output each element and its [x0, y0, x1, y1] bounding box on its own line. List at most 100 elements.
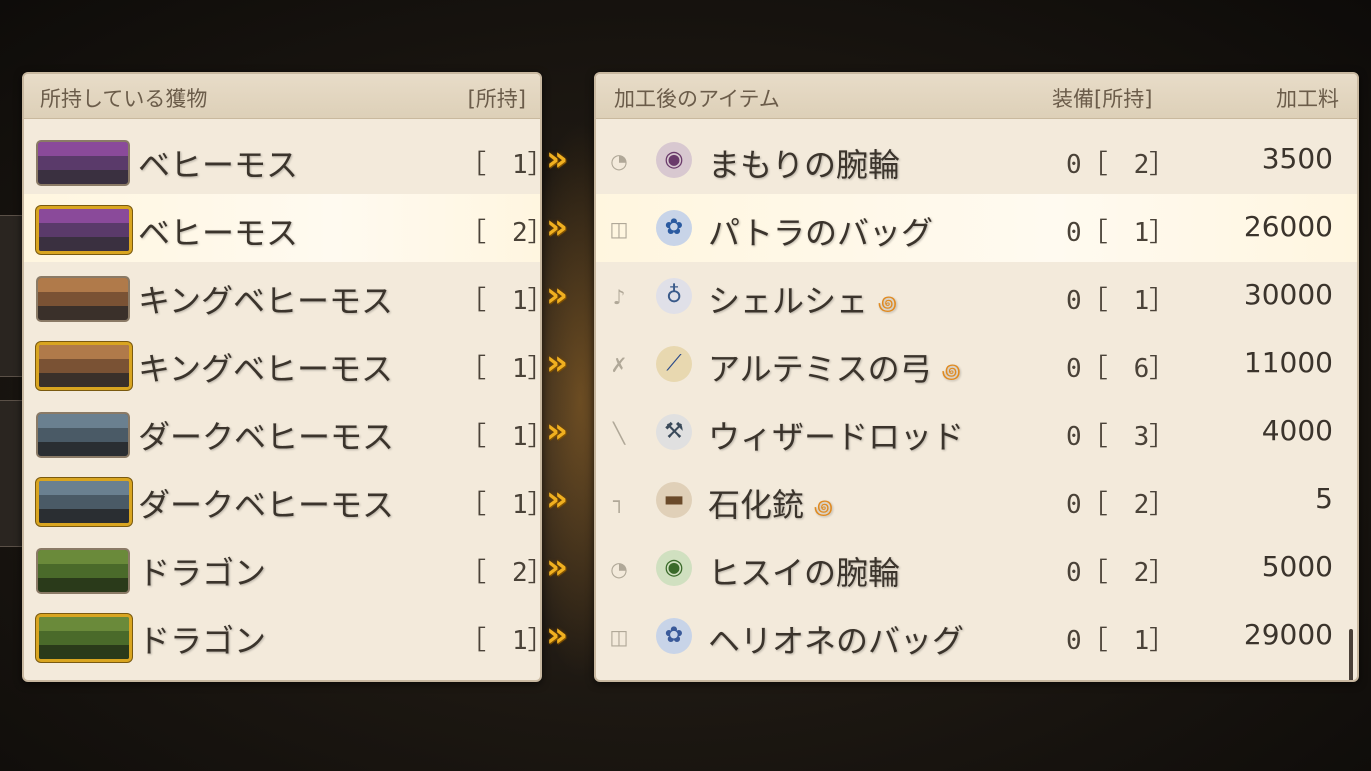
thumbnail-stripe: [39, 631, 129, 645]
edge-tab-upper: [0, 215, 23, 377]
prey-row[interactable]: ベヒーモス ［ 2］: [24, 194, 540, 262]
equip-owned-count: 0［ 1］: [1066, 218, 1176, 248]
prey-name: キングベヒーモス: [138, 282, 394, 320]
thumbnail-stripe: [39, 359, 129, 373]
material-icon: ꩜: [814, 494, 834, 519]
gun-icon: ▬: [656, 482, 692, 518]
bow-category-icon: ✗: [610, 353, 628, 377]
double-chevron-right-icon: »: [546, 275, 568, 315]
bracelet-category-icon: ◔: [610, 149, 628, 173]
bracelet-icon: ◉: [656, 550, 692, 586]
equip-owned-count: 0［ 2］: [1066, 150, 1176, 180]
equip-owned-count: 0［ 1］: [1066, 626, 1176, 656]
bag-icon: ✿: [656, 210, 692, 246]
processed-item-row[interactable]: ╲ ⚒ ウィザードロッド 0［ 3］ 4000: [596, 398, 1357, 466]
double-chevron-right-icon: »: [546, 207, 568, 247]
thumbnail-stripe: [39, 223, 129, 237]
processing-fee: 5: [1315, 482, 1333, 515]
thumbnail-stripe: [39, 509, 129, 523]
thumbnail-stripe: [39, 481, 129, 495]
edge-tab-lower: [0, 400, 23, 547]
monster-thumbnail: [36, 206, 132, 254]
monster-thumbnail: [36, 478, 132, 526]
prey-row[interactable]: ダークベヒーモス ［ 1］: [24, 466, 540, 534]
owned-prey-header: 所持している獲物 [所持]: [24, 74, 540, 119]
processed-item-name: パトラのバッグ: [708, 214, 933, 252]
double-chevron-right-icon: »: [546, 479, 568, 519]
thumbnail-stripe: [39, 645, 129, 659]
material-icon: ꩜: [878, 290, 898, 315]
prey-owned-count: ［ 2］: [460, 558, 540, 588]
double-chevron-right-icon: »: [546, 343, 568, 383]
bracelet-icon: ◉: [656, 142, 692, 178]
processed-item-row[interactable]: ┐ ▬ 石化銃 ꩜ 0［ 2］ 5: [596, 466, 1357, 534]
processed-item-name: ウィザードロッド: [708, 418, 965, 456]
processed-items-panel: 加工後のアイテム 装備[所持] 加工料 ◔ ◉ まもりの腕輪 0［ 2］ 3500 ◫ ✿ パ…: [594, 72, 1359, 682]
processed-item-name-cell: ヘリオネのバッグ: [708, 616, 964, 662]
equip-column-header: 装備[所持]: [1052, 87, 1153, 111]
bow-icon: ⟋: [656, 346, 692, 382]
monster-thumbnail: [36, 412, 130, 458]
double-chevron-right-icon: »: [546, 139, 568, 179]
thumbnail-stripe: [38, 578, 128, 592]
prey-owned-count: ［ 1］: [460, 354, 540, 384]
thumbnail-stripe: [38, 170, 128, 184]
double-chevron-right-icon: »: [546, 547, 568, 587]
processed-item-name: ヘリオネのバッグ: [708, 622, 965, 660]
processing-fee: 3500: [1261, 142, 1333, 175]
monster-thumbnail: [36, 140, 130, 186]
prey-row[interactable]: キングベヒーモス ［ 1］: [24, 330, 540, 398]
prey-row[interactable]: ドラゴン ［ 1］: [24, 602, 540, 670]
prey-name: ダークベヒーモス: [138, 418, 395, 456]
rod-icon: ⚒: [656, 414, 692, 450]
processing-fee: 30000: [1243, 278, 1333, 311]
processed-item-name-cell: シェルシェ ꩜: [708, 276, 897, 322]
bag-category-icon: ◫: [609, 625, 629, 649]
thumbnail-stripe: [38, 292, 128, 306]
prey-name: ベヒーモス: [138, 146, 299, 184]
bracelet-category-icon: ◔: [610, 557, 628, 581]
owned-column-header: [所持]: [467, 87, 526, 111]
processing-fee: 4000: [1261, 414, 1333, 447]
potion-icon: ♁: [656, 278, 692, 314]
processed-item-row[interactable]: ◫ ✿ ヘリオネのバッグ 0［ 1］ 29000: [596, 602, 1357, 670]
scrollbar[interactable]: [1349, 629, 1353, 680]
thumbnail-stripe: [39, 373, 129, 387]
double-chevron-right-icon: »: [546, 411, 568, 451]
prey-owned-count: ［ 1］: [460, 490, 540, 520]
thumbnail-stripe: [38, 442, 128, 456]
processed-item-row[interactable]: ◔ ◉ まもりの腕輪 0［ 2］ 3500: [596, 126, 1357, 194]
processed-item-name: シェルシェ: [708, 282, 869, 320]
processed-item-row[interactable]: ◫ ✿ パトラのバッグ 0［ 1］ 26000: [596, 194, 1357, 262]
processed-item-row[interactable]: ◔ ◉ ヒスイの腕輪 0［ 2］ 5000: [596, 534, 1357, 602]
prey-row[interactable]: ダークベヒーモス ［ 1］: [24, 398, 540, 466]
monster-thumbnail: [36, 614, 132, 662]
prey-row[interactable]: ドラゴン ［ 2］: [24, 534, 540, 602]
processed-items-title: 加工後のアイテム: [614, 87, 780, 111]
fee-column-header: 加工料: [1276, 87, 1339, 111]
thumbnail-stripe: [38, 428, 128, 442]
processed-item-name: 石化銃: [708, 486, 805, 524]
thumbnail-stripe: [38, 306, 128, 320]
thumbnail-stripe: [38, 142, 128, 156]
processed-item-row[interactable]: ♪ ♁ シェルシェ ꩜ 0［ 1］ 30000: [596, 262, 1357, 330]
prey-owned-count: ［ 2］: [460, 218, 540, 248]
processed-item-row[interactable]: ✗ ⟋ アルテミスの弓 ꩜ 0［ 6］ 11000: [596, 330, 1357, 398]
thumbnail-stripe: [38, 278, 128, 292]
prey-owned-count: ［ 1］: [460, 150, 540, 180]
processing-fee: 29000: [1243, 618, 1333, 651]
equip-owned-count: 0［ 2］: [1066, 558, 1176, 588]
processed-item-name-cell: まもりの腕輪: [708, 140, 900, 186]
processing-fee: 26000: [1243, 210, 1333, 243]
prey-name: ダークベヒーモス: [138, 486, 395, 524]
equip-owned-count: 0［ 1］: [1066, 286, 1176, 316]
double-chevron-right-icon: »: [546, 615, 568, 655]
thumbnail-stripe: [38, 564, 128, 578]
prey-row[interactable]: キングベヒーモス ［ 1］: [24, 262, 540, 330]
prey-name: ドラゴン: [138, 554, 267, 592]
prey-owned-count: ［ 1］: [460, 626, 540, 656]
processed-item-name: ヒスイの腕輪: [708, 554, 901, 592]
prey-owned-count: ［ 1］: [460, 286, 540, 316]
owned-prey-panel: 所持している獲物 [所持] ベヒーモス ［ 1］ ベヒーモス ［ 2］ キングベヒーモス…: [22, 72, 542, 682]
prey-row[interactable]: ベヒーモス ［ 1］: [24, 126, 540, 194]
